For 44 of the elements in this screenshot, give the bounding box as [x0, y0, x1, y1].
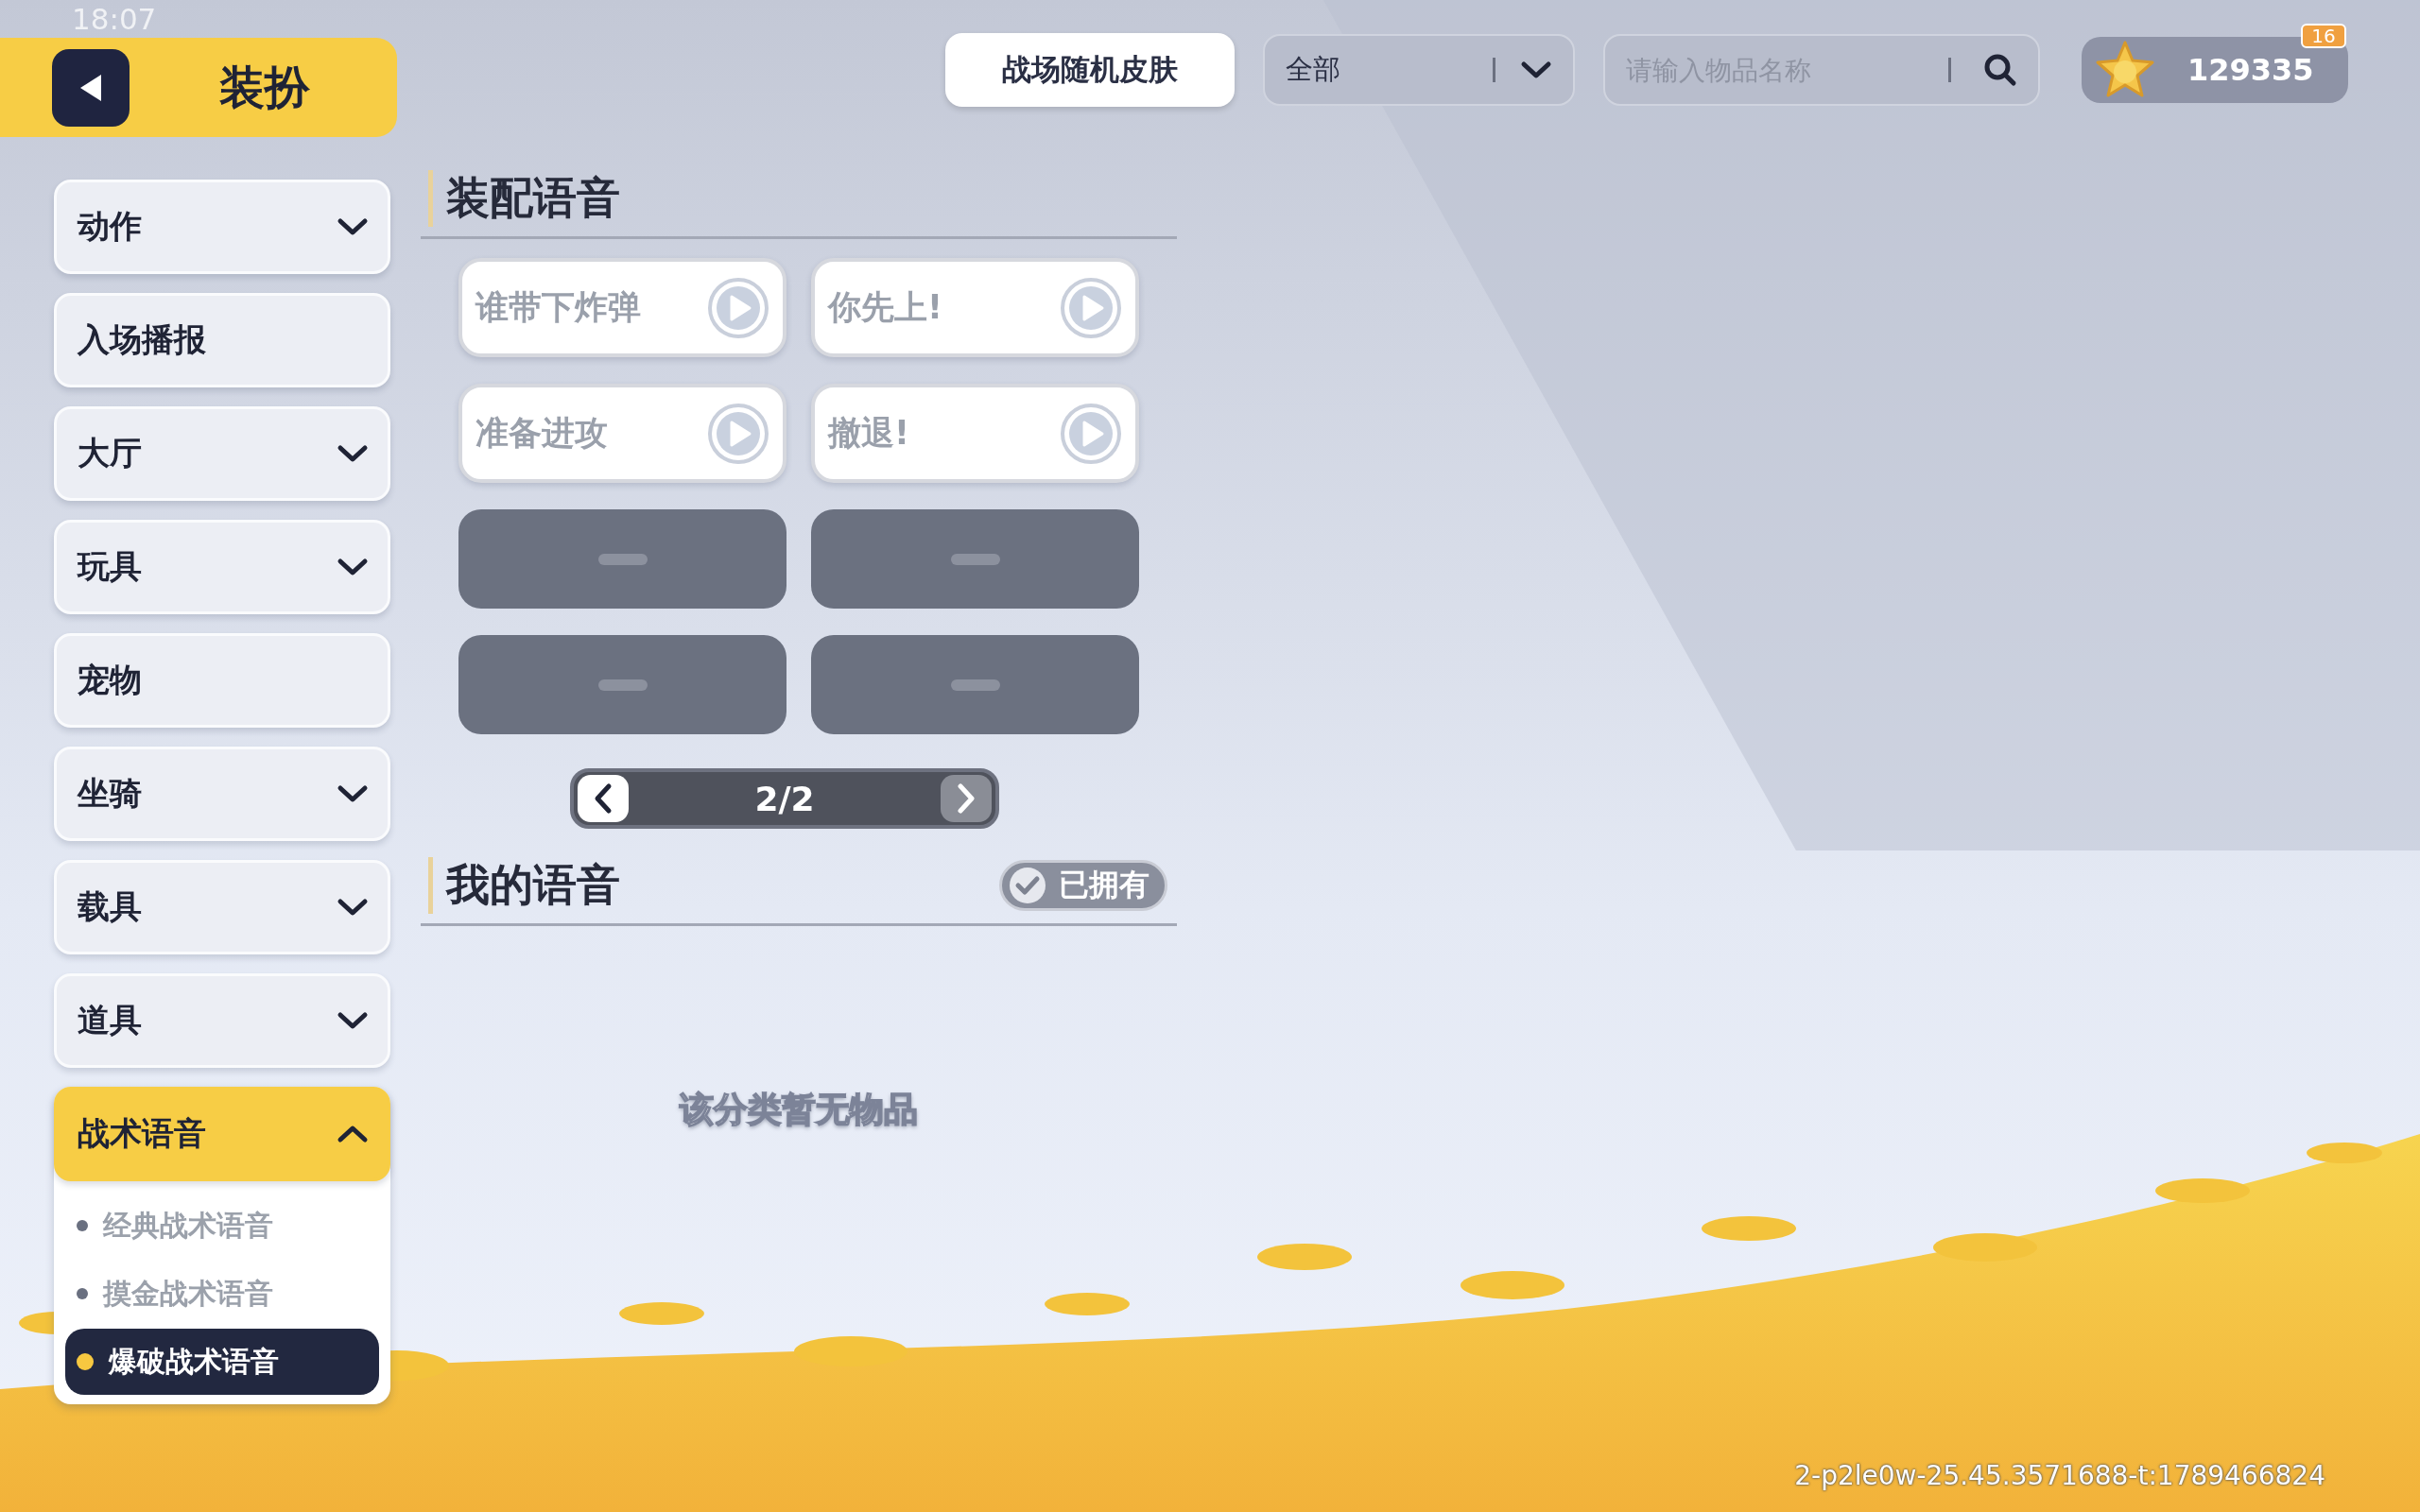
- empty-slot[interactable]: [458, 635, 786, 734]
- empty-message: 该分类暂无物品: [680, 1089, 918, 1130]
- section-title: 我的语音: [446, 858, 620, 912]
- category-item[interactable]: 动作: [54, 180, 390, 274]
- chevron-down-icon: [1520, 60, 1552, 80]
- category-item[interactable]: 宠物: [54, 633, 390, 728]
- category-item[interactable]: 大厅: [54, 406, 390, 501]
- page-indicator: 2/2: [754, 779, 815, 818]
- voice-label: 撤退!: [828, 413, 909, 454]
- battery-level: 16: [2301, 24, 2346, 48]
- category-item[interactable]: 战术语音: [54, 1087, 390, 1181]
- category-item[interactable]: 玩具: [54, 520, 390, 614]
- back-button[interactable]: [52, 48, 130, 127]
- category-item[interactable]: 入场播报: [54, 293, 390, 387]
- random-skin-button[interactable]: 战场随机皮肤: [945, 33, 1235, 107]
- subcategory-item[interactable]: 爆破战术语音: [65, 1329, 379, 1395]
- play-icon[interactable]: [1060, 276, 1122, 339]
- previous-page-button[interactable]: [578, 775, 629, 822]
- chevron-down-icon: [337, 1010, 369, 1031]
- chevron-down-icon: [337, 216, 369, 237]
- empty-slot[interactable]: [811, 509, 1139, 609]
- play-icon[interactable]: [707, 402, 769, 465]
- search-icon[interactable]: [1983, 53, 2017, 87]
- dropdown-value: 全部: [1286, 52, 1341, 87]
- chevron-up-icon: [337, 1124, 369, 1144]
- empty-slot[interactable]: [811, 635, 1139, 734]
- build-info: 2-p2le0w-25.45.3571688-t:1789466824: [1794, 1460, 2325, 1491]
- category-dropdown[interactable]: 全部: [1263, 34, 1575, 106]
- page-title: 装扮: [219, 59, 310, 115]
- voice-label: 准备进攻: [475, 413, 608, 454]
- category-item[interactable]: 坐骑: [54, 747, 390, 841]
- empty-slot[interactable]: [458, 509, 786, 609]
- play-icon[interactable]: [707, 276, 769, 339]
- voice-label: 谁带下炸弹: [475, 287, 641, 328]
- coin-amount: 129335: [2187, 52, 2314, 88]
- category-item[interactable]: 载具: [54, 860, 390, 954]
- section-title: 装配语音: [446, 171, 620, 225]
- chevron-down-icon: [337, 557, 369, 577]
- chevron-down-icon: [337, 783, 369, 804]
- category-item[interactable]: 道具: [54, 973, 390, 1068]
- chevron-down-icon: [337, 897, 369, 918]
- chevron-down-icon: [337, 443, 369, 464]
- voice-label: 你先上!: [828, 287, 942, 328]
- play-icon[interactable]: [1060, 402, 1122, 465]
